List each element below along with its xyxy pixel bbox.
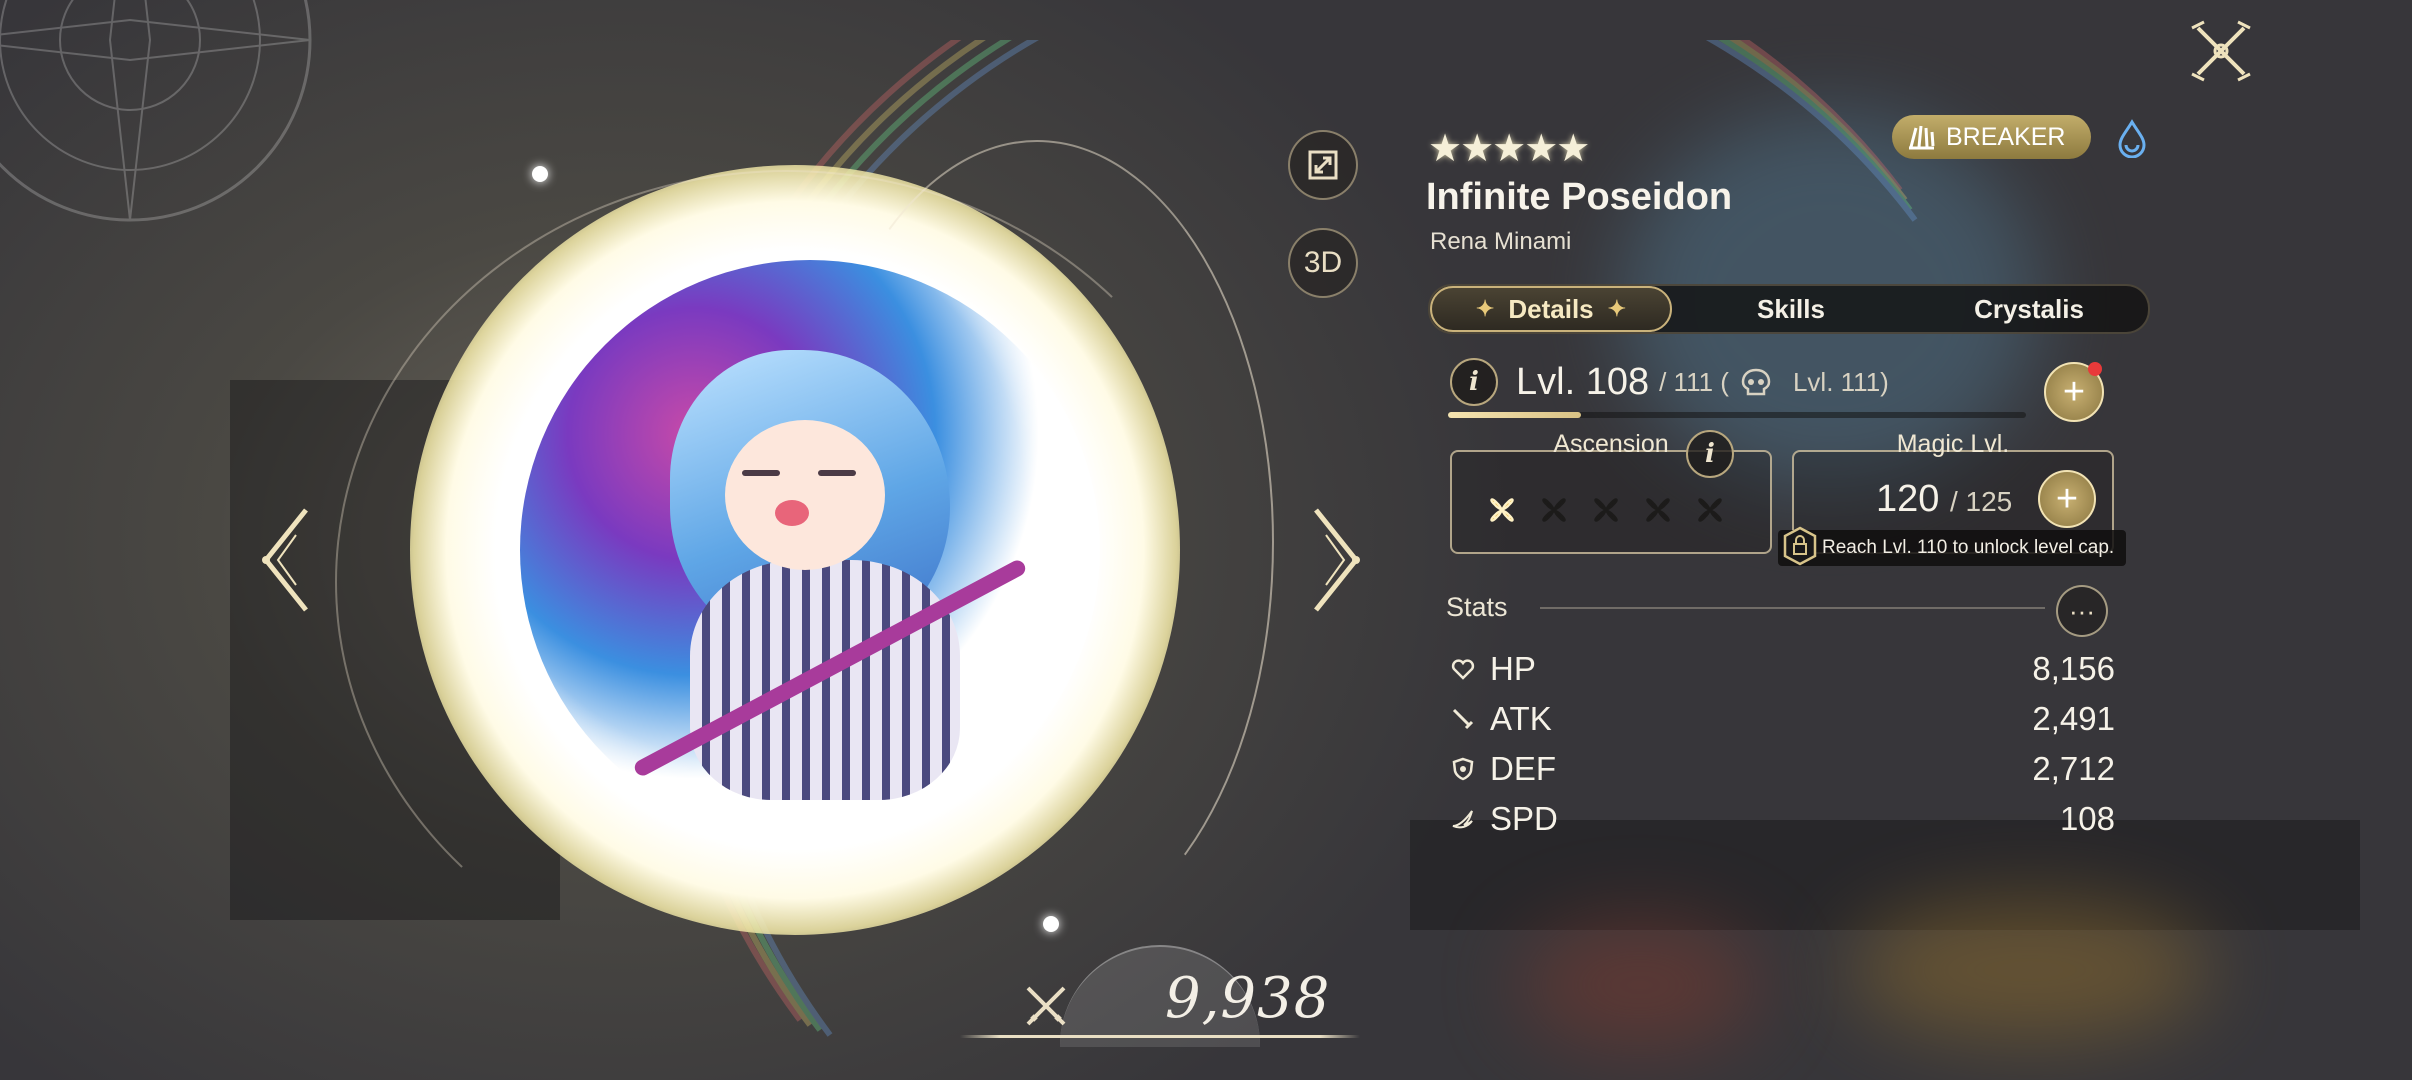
stat-value: 2,712	[2032, 750, 2115, 787]
heart-icon	[1451, 659, 1475, 680]
ascension-star-empty-icon	[1542, 498, 1566, 522]
lock-hexagon-icon	[1783, 526, 1817, 566]
power-value: 9,938	[1165, 966, 1331, 1031]
stat-row-def: DEF 2,712	[1450, 746, 2115, 792]
plus-icon: +	[2055, 477, 2079, 520]
orbit-dot-bottom	[1043, 916, 1059, 932]
stats-divider	[1540, 607, 2045, 609]
power-display: 9,938	[950, 940, 1370, 1050]
stat-name: DEF	[1490, 750, 1556, 787]
class-badge: BREAKER	[1892, 115, 2092, 159]
tab-skills[interactable]: Skills	[1672, 286, 1910, 332]
expand-button[interactable]	[1288, 130, 1358, 200]
close-icon[interactable]	[2188, 18, 2254, 84]
shield-icon	[1452, 757, 1474, 781]
ascension-star-empty-icon	[1698, 498, 1722, 522]
previous-character-arrow-icon[interactable]	[256, 505, 316, 615]
portrait-mouth	[775, 500, 809, 526]
character-name: Infinite Poseidon	[1426, 176, 1733, 218]
detail-tabs: ✦ Details ✦ Skills Crystalis	[1428, 284, 2150, 334]
power-underline	[960, 1035, 1360, 1038]
level-progress-bar	[1448, 412, 2026, 418]
crossed-swords-icon	[1026, 986, 1066, 1026]
tab-crystalis[interactable]: Crystalis	[1910, 286, 2148, 332]
level-progress-fill	[1448, 412, 1581, 418]
character-portrait	[520, 260, 1100, 840]
view-3d-button[interactable]: 3D	[1288, 228, 1358, 298]
expand-icon	[1308, 150, 1338, 180]
level-cap: / 111 (	[1659, 366, 1729, 397]
stat-name: ATK	[1490, 700, 1552, 737]
magic-title: Magic Lvl.	[1794, 430, 2112, 459]
tab-star-right-icon: ✦	[1607, 296, 1627, 321]
class-label: BREAKER	[1946, 122, 2066, 151]
view-3d-label: 3D	[1303, 246, 1343, 279]
orbit-dot-top	[532, 166, 548, 182]
ascension-title-label: Ascension	[1553, 430, 1669, 458]
level-row: i Lvl. 108 / 111 ( Lvl. 111)	[1450, 357, 2060, 407]
ascension-star-empty-icon	[1594, 498, 1618, 522]
rarity-stars: ★★★★★	[1428, 128, 1590, 170]
magic-title-label: Magic Lvl.	[1896, 430, 2010, 458]
magic-level-up-button[interactable]: +	[2038, 470, 2096, 528]
wing-icon	[1452, 810, 1473, 829]
ellipsis-icon: ···	[2069, 595, 2095, 626]
tab-details-label: Details	[1508, 293, 1594, 324]
breaker-claw-icon	[1909, 125, 1935, 150]
stat-value: 2,491	[2032, 700, 2115, 737]
tab-star-left-icon: ✦	[1475, 296, 1495, 321]
portrait-dress	[690, 560, 960, 800]
stat-name: SPD	[1490, 800, 1558, 837]
magic-level-value: 120 / 125	[1876, 478, 2012, 521]
level-info-icon[interactable]: i	[1450, 358, 1498, 406]
ascension-info-icon[interactable]: i	[1686, 430, 1734, 478]
level-max: Lvl. 111)	[1792, 366, 1889, 397]
level-cap-tooltip: Reach Lvl. 110 to unlock level cap.	[1778, 526, 2127, 566]
stat-row-hp: HP 8,156	[1450, 646, 2115, 692]
water-element-icon	[2118, 119, 2146, 158]
stats-more-button[interactable]: ···	[2056, 585, 2108, 637]
ascension-star-empty-icon	[1646, 498, 1670, 522]
stat-value: 8,156	[2032, 650, 2115, 687]
tab-skills-label: Skills	[1757, 293, 1825, 324]
portrait-eye-left	[742, 470, 780, 476]
ascension-stars	[1482, 490, 1730, 530]
magic-level-cap: / 125	[1949, 486, 2013, 517]
level-current: Lvl. 108	[1516, 360, 1650, 403]
stat-row-atk: ATK 2,491	[1450, 696, 2115, 742]
stat-name: HP	[1490, 650, 1536, 687]
skull-icon	[1741, 368, 1771, 396]
ascension-star-filled-icon	[1490, 498, 1514, 522]
character-subtitle: Rena Minami	[1430, 228, 1572, 255]
plus-icon: +	[2062, 370, 2086, 413]
tooltip-text: Reach Lvl. 110 to unlock level cap.	[1822, 537, 2115, 558]
notification-dot	[2088, 362, 2102, 376]
portrait-eye-right	[818, 470, 856, 476]
stat-value: 108	[2059, 800, 2115, 837]
tab-crystalis-label: Crystalis	[1974, 293, 2084, 324]
background-ornament	[0, 0, 312, 222]
tab-details[interactable]: ✦ Details ✦	[1430, 286, 1672, 332]
sword-icon	[1452, 708, 1474, 730]
stats-title: Stats	[1446, 592, 1508, 622]
stat-row-spd: SPD 108	[1450, 796, 2115, 842]
next-character-arrow-icon[interactable]	[1306, 505, 1366, 615]
portrait-face	[725, 420, 885, 570]
magic-level-current: 120	[1876, 478, 1940, 520]
